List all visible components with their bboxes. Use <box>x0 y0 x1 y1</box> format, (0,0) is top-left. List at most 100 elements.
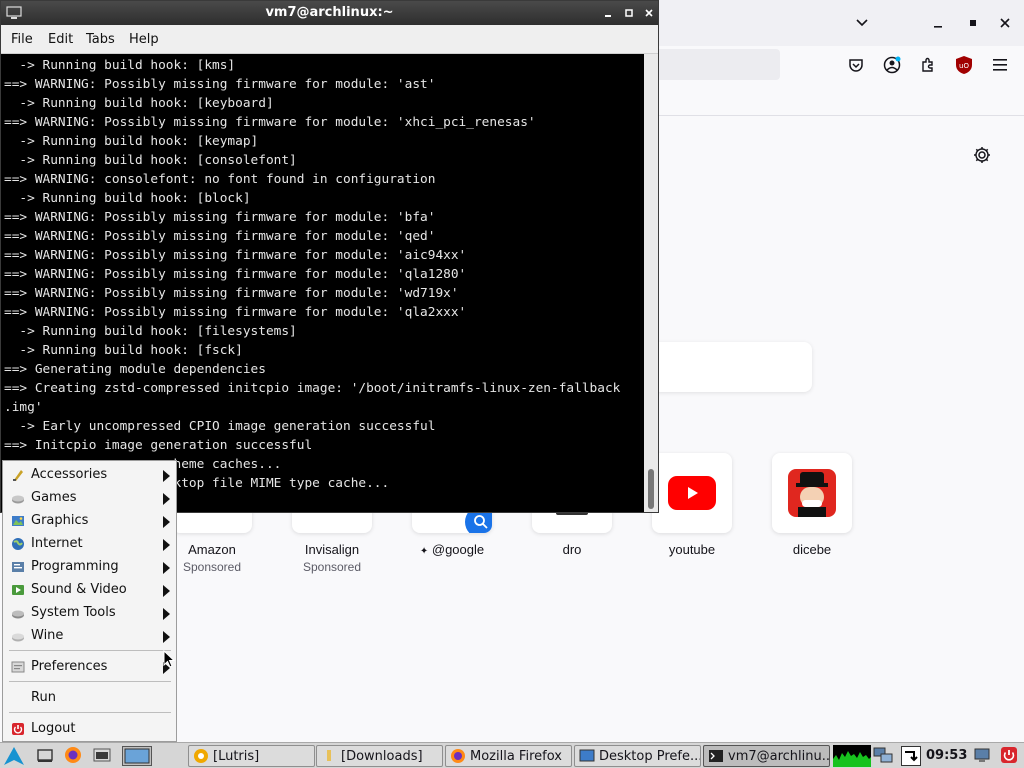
task-firefox[interactable]: Mozilla Firefox <box>445 745 572 767</box>
topsite-label-text: @google <box>431 542 485 557</box>
terminal-line: -> Running build hook: [fsck] <box>4 343 243 358</box>
menu-item-system-tools[interactable]: System Tools <box>4 602 175 624</box>
menu-item-label: Internet <box>31 536 83 551</box>
menu-separator <box>9 712 171 713</box>
internet-icon <box>11 537 25 551</box>
wine-icon <box>11 629 25 643</box>
menu-item-label: Graphics <box>31 513 89 528</box>
task-label: vm7@archlinu... <box>728 748 830 764</box>
menu-item-label: Accessories <box>31 467 108 482</box>
terminal-line: ==> Creating zstd-compressed initcpio im… <box>4 381 621 396</box>
terminal-line: ==> WARNING: Possibly missing firmware f… <box>4 77 436 92</box>
firefox-launcher-icon[interactable] <box>64 746 84 766</box>
newtab-settings-gear-icon[interactable] <box>972 145 994 167</box>
minimize-icon[interactable] <box>927 12 949 34</box>
task-desktop-preferences[interactable]: Desktop Prefe... <box>574 745 701 767</box>
terminal-line: ==> Generating module dependencies <box>4 362 266 377</box>
pocket-icon[interactable] <box>845 54 867 76</box>
menu-item-logout[interactable]: Logout <box>4 718 175 740</box>
power-icon[interactable] <box>1000 746 1020 766</box>
topsite-tile-dicebe[interactable] <box>772 453 852 533</box>
terminal-line: ==> WARNING: Possibly missing firmware f… <box>4 286 459 301</box>
terminal-scrollbar[interactable] <box>644 54 658 512</box>
url-bar[interactable] <box>640 49 780 80</box>
topsite-sponsored-label: Sponsored <box>302 560 362 574</box>
submenu-arrow-icon <box>163 516 170 528</box>
maximize-icon[interactable] <box>962 12 984 34</box>
menu-help[interactable]: Help <box>129 32 159 47</box>
terminal-line: -> Running build hook: [keyboard] <box>4 96 274 111</box>
topsite-label[interactable]: dro <box>512 542 632 557</box>
menu-separator <box>9 650 171 651</box>
dicebe-monopoly-icon <box>788 469 836 517</box>
menu-item-internet[interactable]: Internet <box>4 533 175 555</box>
network-icon[interactable] <box>873 746 893 766</box>
file-manager-icon[interactable] <box>93 746 113 766</box>
graphics-icon <box>11 514 25 528</box>
menu-item-label: System Tools <box>31 605 116 620</box>
menu-edit[interactable]: Edit <box>48 32 73 47</box>
terminal-menubar: File Edit Tabs Help <box>1 25 658 54</box>
submenu-arrow-icon <box>163 631 170 643</box>
task-terminal[interactable]: vm7@archlinu... <box>703 745 830 767</box>
menu-item-label: Preferences <box>31 659 108 674</box>
terminal-line: ==> WARNING: Possibly missing firmware f… <box>4 305 467 320</box>
terminal-line: ==> WARNING: Possibly missing firmware f… <box>4 115 536 130</box>
terminal-close-icon[interactable] <box>643 7 655 19</box>
arch-start-icon[interactable] <box>3 746 24 766</box>
account-icon[interactable] <box>881 54 903 76</box>
menu-item-wine[interactable]: Wine <box>4 625 175 647</box>
screen-lock-icon[interactable] <box>973 746 993 766</box>
list-tabs-chevron-icon[interactable] <box>851 12 873 34</box>
terminal-titlebar[interactable]: vm7@archlinux:~ <box>1 1 658 25</box>
menu-tabs[interactable]: Tabs <box>86 32 115 47</box>
desktop-prefs-icon <box>579 749 595 762</box>
topsite-tile-youtube[interactable] <box>652 453 732 533</box>
topsite-label[interactable]: dicebe <box>752 542 872 557</box>
submenu-arrow-icon <box>163 562 170 574</box>
task-downloads[interactable]: [Downloads] <box>316 745 443 767</box>
terminal-line: ==> WARNING: Possibly missing firmware f… <box>4 248 467 263</box>
logout-icon <box>11 722 25 736</box>
scrollbar-thumb[interactable] <box>648 469 654 509</box>
clock[interactable]: 09:53 <box>926 748 967 763</box>
newtab-search-box[interactable] <box>652 342 812 392</box>
menu-item-sound-video[interactable]: Sound & Video <box>4 579 175 601</box>
accessories-icon <box>11 468 25 482</box>
ublock-origin-icon[interactable]: uO <box>953 54 975 76</box>
desktop-pager-icon[interactable] <box>122 746 152 766</box>
task-lutris[interactable]: [Lutris] <box>188 745 315 767</box>
task-switch-icon[interactable] <box>901 746 921 766</box>
menu-item-label: Sound & Video <box>31 582 127 597</box>
menu-item-programming[interactable]: Programming <box>4 556 175 578</box>
terminal-line: -> Early uncompressed CPIO image generat… <box>4 419 436 434</box>
menu-item-graphics[interactable]: Graphics <box>4 510 175 532</box>
task-label: [Lutris] <box>213 748 260 764</box>
task-label: [Downloads] <box>341 748 423 764</box>
show-desktop-icon[interactable] <box>36 746 56 766</box>
terminal-output[interactable]: -> Running build hook: [kms] ==> WARNING:… <box>1 54 644 512</box>
menu-item-accessories[interactable]: Accessories <box>4 464 175 486</box>
menu-file[interactable]: File <box>11 32 33 47</box>
terminal-maximize-icon[interactable] <box>623 7 635 19</box>
app-menu-icon[interactable] <box>989 54 1011 76</box>
terminal-line: -> Running build hook: [filesystems] <box>4 324 297 339</box>
menu-item-games[interactable]: Games <box>4 487 175 509</box>
menu-item-run[interactable]: Run <box>4 687 175 709</box>
terminal-line: -> Running build hook: [keymap] <box>4 134 259 149</box>
submenu-arrow-icon <box>163 470 170 482</box>
topsite-label[interactable]: youtube <box>632 542 752 557</box>
close-icon[interactable] <box>994 12 1016 34</box>
submenu-arrow-icon <box>163 493 170 505</box>
preferences-icon <box>11 660 25 674</box>
topsite-label[interactable]: ✦ @google <box>392 542 512 557</box>
terminal-line: -> Running build hook: [consolefont] <box>4 153 297 168</box>
topsite-label[interactable]: Invisalign <box>272 542 392 557</box>
terminal-line: -> Running build hook: [block] <box>4 191 251 206</box>
taskbar: [Lutris] [Downloads] Mozilla Firefox Des… <box>0 742 1024 768</box>
terminal-icon <box>709 750 723 762</box>
extensions-icon[interactable] <box>917 54 939 76</box>
terminal-minimize-icon[interactable] <box>602 7 614 19</box>
terminal-line: ==> WARNING: consolefont: no font found … <box>4 172 436 187</box>
menu-item-preferences[interactable]: Preferences <box>4 656 175 678</box>
